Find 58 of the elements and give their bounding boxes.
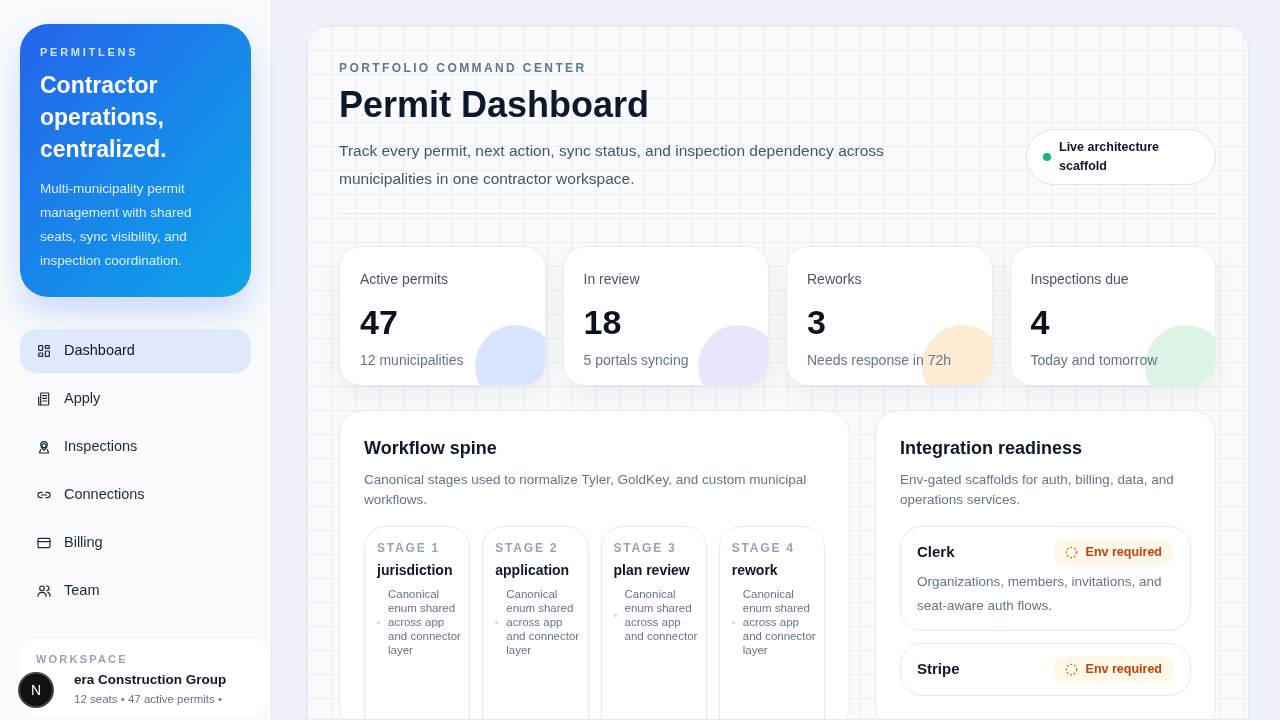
nav-item[interactable]: Team	[20, 568, 251, 613]
status-badge: Env required	[1052, 655, 1174, 683]
grid-icon	[36, 342, 52, 359]
stage-name: rework	[731, 561, 779, 579]
stat-note: Needs response in 72h	[807, 351, 952, 370]
bullet-icon	[731, 620, 735, 624]
users-icon	[36, 582, 52, 599]
integration-title: Integration readiness	[900, 437, 1084, 460]
stage-label: STAGE 4	[731, 540, 796, 557]
stat-note: 12 municipalities	[360, 351, 465, 370]
page-eyebrow: PORTFOLIO COMMAND CENTER	[339, 60, 588, 77]
status-label: Live architecture scaffold	[1059, 139, 1161, 175]
stage-name: application	[495, 561, 571, 579]
workspace-meta: 12 seats • 47 active permits •	[74, 691, 224, 707]
stage-point: Canonical enum shared across app and connector layer	[742, 587, 816, 657]
nav-item[interactable]: Apply	[20, 376, 251, 421]
stat-note: 5 portals syncing	[583, 351, 690, 370]
nav-item[interactable]: Connections	[20, 472, 251, 517]
bullet-icon	[495, 620, 499, 624]
stage-point: Canonical enum shared across app and connector layer	[506, 587, 580, 657]
integration-description: Env-gated scaffolds for auth, billing, data, and operations services.	[900, 471, 1175, 509]
bullet-icon	[377, 620, 380, 624]
nav-item[interactable]: Inspections	[20, 424, 251, 469]
stage-point: Canonical enum shared across app and connector layer	[388, 587, 462, 657]
stat-value: 3	[807, 302, 827, 342]
stage-label: STAGE 1	[377, 540, 442, 557]
stat-value: 4	[1030, 302, 1051, 342]
stat-value: 18	[583, 302, 623, 342]
workflow-description: Canonical stages used to normalize Tyler, GoldKey, and custom municipal workflows.	[364, 471, 808, 509]
stage-label: STAGE 2	[495, 540, 560, 557]
workspace-label: WORKSPACE	[36, 651, 129, 667]
brand-headline: Contractor operations, centralized.	[40, 70, 168, 164]
stat-label: Inspections due	[1030, 270, 1130, 289]
stage-label: STAGE 3	[613, 540, 678, 557]
stat-label: Reworks	[807, 270, 863, 289]
workspace-name: era Construction Group	[74, 670, 228, 689]
stage-name: jurisdiction	[377, 561, 454, 579]
dashed-circle-icon	[1064, 662, 1078, 676]
stage-point: Canonical enum shared across app and connector	[624, 587, 698, 643]
stat-label: Active permits	[360, 270, 449, 289]
stat-note: Today and tomorrow	[1030, 351, 1159, 370]
pin-icon	[36, 438, 52, 455]
nav-item[interactable]: Dashboard	[20, 328, 251, 373]
status-badge: Env required	[1052, 539, 1174, 566]
integration-name: Stripe	[917, 658, 960, 679]
workflow-title: Workflow spine	[364, 437, 498, 460]
bullet-icon	[613, 613, 617, 617]
stage-name: plan review	[613, 561, 691, 579]
page-title: Permit Dashboard	[339, 83, 651, 127]
stat-value: 47	[360, 302, 399, 342]
nav-item[interactable]: Billing	[20, 520, 251, 565]
brand-eyebrow: PERMITLENS	[40, 45, 140, 60]
stat-label: In review	[583, 270, 641, 289]
brand-description: Multi-municipality permit management with shared seats, sync visibility, and inspection coordination.	[40, 179, 193, 270]
dashed-circle-icon	[1064, 545, 1078, 559]
page-description: Track every permit, next action, sync status, and inspection dependency across municipalities in one contractor workspace.	[339, 141, 885, 189]
integration-description: Organizations, members, invitations, and seat-aware auth flows.	[917, 572, 1163, 615]
integration-name: Clerk	[917, 542, 955, 563]
